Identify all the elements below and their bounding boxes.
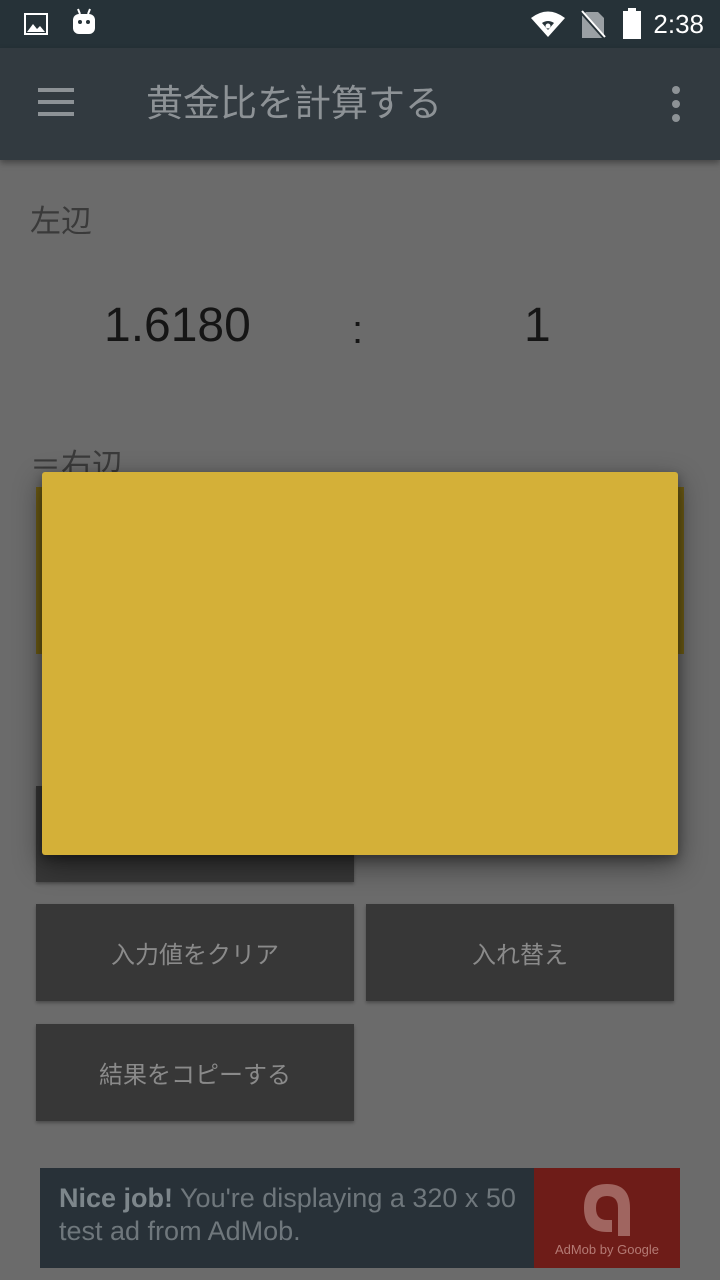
image-icon (24, 12, 48, 40)
admob-logo: AdMob by Google (534, 1168, 680, 1268)
ratio-left-value[interactable]: 1.6180 (104, 296, 251, 356)
android-icon (71, 8, 97, 40)
no-sim-icon (579, 10, 607, 44)
more-vert-icon[interactable] (666, 84, 686, 128)
clear-input-button[interactable]: 入力値をクリア (36, 904, 354, 1001)
ad-banner[interactable]: Nice job! You're displaying a 320 x 50 t… (40, 1168, 680, 1268)
menu-icon[interactable] (36, 86, 76, 124)
ratio-right-value[interactable]: 1 (524, 296, 551, 356)
copy-result-button[interactable]: 結果をコピーする (36, 1024, 354, 1121)
battery-icon (622, 8, 642, 44)
admob-logo-text: AdMob by Google (554, 1242, 660, 1257)
app-bar: 黄金比を計算する (0, 48, 720, 160)
admob-icon (574, 1178, 640, 1242)
swap-button[interactable]: 入れ替え (366, 904, 674, 1001)
page-title: 黄金比を計算する (146, 82, 442, 125)
left-side-label: 左辺 (30, 204, 92, 240)
dialog[interactable] (42, 472, 678, 855)
status-bar: 2:38 (0, 0, 720, 48)
ad-text: Nice job! You're displaying a 320 x 50 t… (59, 1182, 539, 1248)
ad-bold-text: Nice job! (59, 1183, 174, 1213)
clock: 2:38 (653, 9, 704, 39)
wifi-icon (530, 10, 566, 42)
ratio-separator: : (352, 308, 364, 352)
